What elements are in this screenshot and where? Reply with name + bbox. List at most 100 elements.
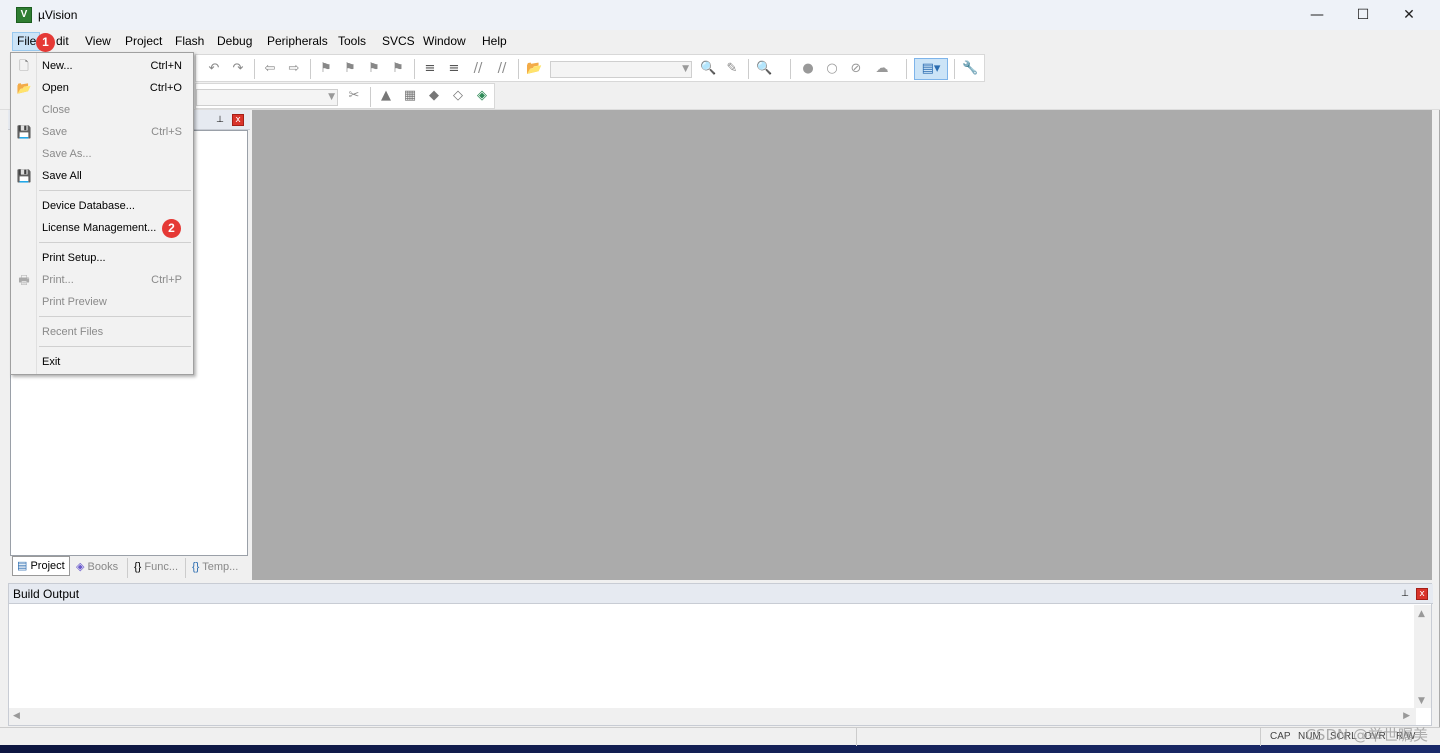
save-icon: 💾 bbox=[16, 125, 32, 139]
menu-item-open-label: Open bbox=[42, 82, 69, 94]
menu-separator bbox=[39, 346, 191, 347]
menu-project[interactable]: Project bbox=[125, 34, 162, 48]
watermark: CSDN @举世瞩美 bbox=[1305, 726, 1428, 744]
undo-icon[interactable]: ↶ bbox=[206, 61, 222, 77]
scroll-down-icon[interactable]: ▼ bbox=[1418, 696, 1425, 706]
new-document-icon: 🗋 bbox=[19, 59, 29, 73]
menu-flash[interactable]: Flash bbox=[175, 34, 204, 48]
menu-item-recent-files[interactable]: Recent Files bbox=[11, 321, 193, 343]
editor-area[interactable] bbox=[252, 110, 1432, 580]
tab-books[interactable]: ◈ Books bbox=[72, 558, 128, 578]
insert-bookmark-icon[interactable]: ⚑ bbox=[318, 61, 334, 77]
menu-item-print-shortcut: Ctrl+P bbox=[151, 274, 182, 286]
maximize-button[interactable]: ☐ bbox=[1340, 0, 1386, 30]
menu-tools[interactable]: Tools bbox=[338, 34, 366, 48]
uvision-app-icon: V bbox=[16, 7, 32, 23]
menu-view[interactable]: View bbox=[85, 34, 111, 48]
menu-item-print[interactable]: 🖶 Print... Ctrl+P bbox=[11, 269, 193, 291]
toolbar-area: ↶ ↷ ⇦ ⇨ ⚑ ⚑ ⚑ ⚑ ≡ ≡ // // 📂 ▼ 🔍 ✎ 🔍 ● ○ … bbox=[0, 53, 1440, 110]
menu-item-new-shortcut: Ctrl+N bbox=[150, 60, 182, 72]
find-combo[interactable]: ▼ bbox=[550, 61, 692, 78]
menu-item-exit[interactable]: Exit bbox=[11, 351, 193, 373]
menu-item-close[interactable]: Close bbox=[11, 99, 193, 121]
menu-help[interactable]: Help bbox=[482, 34, 507, 48]
file-extensions-icon[interactable]: ▲ bbox=[378, 88, 394, 104]
zoom-icon[interactable]: 🔍 bbox=[756, 61, 772, 77]
menu-item-new[interactable]: 🗋 New... Ctrl+N bbox=[11, 55, 193, 77]
build-output-header: Build Output ⊥ x bbox=[9, 584, 1433, 604]
unindent-icon[interactable]: ≡ bbox=[446, 61, 462, 77]
menu-item-print-preview[interactable]: Print Preview bbox=[11, 291, 193, 313]
vertical-scrollbar[interactable]: ▲ ▼ bbox=[1414, 605, 1431, 708]
select-software-packs-icon[interactable]: ◈ bbox=[474, 88, 490, 104]
chevron-down-icon: ▼ bbox=[682, 64, 689, 74]
run-time-environment-icon[interactable]: ◆ bbox=[426, 88, 442, 104]
pack-installer-icon[interactable]: ◇ bbox=[450, 88, 466, 104]
menu-debug[interactable]: Debug bbox=[217, 34, 252, 48]
build-output-title: Build Output bbox=[13, 587, 80, 601]
title-bar: V µVision — ☐ ✕ bbox=[0, 0, 1440, 30]
tab-functions[interactable]: {} Func... bbox=[130, 558, 186, 578]
configure-wrench-icon[interactable]: 🔧 bbox=[962, 61, 978, 77]
save-all-icon: 💾 bbox=[16, 169, 32, 183]
redo-icon[interactable]: ↷ bbox=[230, 61, 246, 77]
menu-peripherals[interactable]: Peripherals bbox=[267, 34, 328, 48]
toolbar-separator bbox=[906, 59, 907, 79]
disable-breakpoints-icon[interactable]: ⊘ bbox=[848, 61, 864, 77]
pin-icon[interactable]: ⊥ bbox=[214, 114, 226, 126]
chevron-down-icon: ▼ bbox=[328, 92, 335, 102]
find-in-files-icon[interactable]: 📂 bbox=[526, 61, 542, 77]
build-output-close-icon[interactable]: x bbox=[1416, 588, 1428, 600]
menu-item-print-setup[interactable]: Print Setup... bbox=[11, 247, 193, 269]
project-panel-close-icon[interactable]: x bbox=[232, 114, 244, 126]
menu-item-open[interactable]: 📂 Open Ctrl+O bbox=[11, 77, 193, 99]
menu-item-print-label: Print... bbox=[42, 274, 74, 286]
tab-project[interactable]: ▤ Project bbox=[12, 556, 70, 576]
menu-item-save-as[interactable]: Save As... bbox=[11, 143, 193, 165]
enable-breakpoint-icon[interactable]: ○ bbox=[824, 61, 840, 77]
file-toolbar: ↶ ↷ ⇦ ⇨ ⚑ ⚑ ⚑ ⚑ ≡ ≡ // // 📂 ▼ 🔍 ✎ 🔍 ● ○ … bbox=[195, 54, 985, 82]
uncomment-icon[interactable]: // bbox=[494, 61, 510, 77]
target-options-icon[interactable]: ✂ bbox=[346, 88, 362, 104]
target-combo[interactable]: ▼ bbox=[196, 89, 338, 106]
tab-functions-label: Func... bbox=[144, 561, 179, 573]
tab-templates[interactable]: {} Temp... bbox=[188, 558, 246, 578]
scroll-right-icon[interactable]: ▶ bbox=[1403, 711, 1410, 721]
menu-item-save[interactable]: 💾 Save Ctrl+S bbox=[11, 121, 193, 143]
menu-svcs[interactable]: SVCS bbox=[382, 34, 415, 48]
toolbar-separator bbox=[310, 59, 311, 79]
scroll-left-icon[interactable]: ◀ bbox=[13, 711, 20, 721]
menu-item-device-database-label: Device Database... bbox=[42, 200, 135, 212]
menu-item-save-all[interactable]: 💾 Save All bbox=[11, 165, 193, 187]
menu-item-device-database[interactable]: Device Database... bbox=[11, 195, 193, 217]
next-bookmark-icon[interactable]: ⚑ bbox=[366, 61, 382, 77]
window-title: µVision bbox=[38, 8, 78, 22]
indent-icon[interactable]: ≡ bbox=[422, 61, 438, 77]
find-icon[interactable]: 🔍 bbox=[700, 61, 716, 77]
kill-breakpoints-icon[interactable]: ☁ bbox=[874, 61, 890, 77]
status-bar: CAP NUM SCRL OVR R/W bbox=[0, 727, 1440, 746]
manage-components-icon[interactable]: ▦ bbox=[402, 88, 418, 104]
navigate-forward-icon[interactable]: ⇨ bbox=[286, 61, 302, 77]
horizontal-scrollbar[interactable]: ◀ ▶ bbox=[9, 708, 1416, 725]
menu-edit[interactable]: dit bbox=[56, 34, 69, 48]
menu-item-exit-label: Exit bbox=[42, 356, 61, 368]
project-icon: ▤ bbox=[17, 560, 28, 572]
minimize-button[interactable]: — bbox=[1294, 0, 1340, 30]
menu-item-print-preview-label: Print Preview bbox=[42, 296, 107, 308]
menu-window[interactable]: Window bbox=[423, 34, 466, 48]
toolbar-separator bbox=[518, 59, 519, 79]
clear-bookmarks-icon[interactable]: ⚑ bbox=[390, 61, 406, 77]
previous-bookmark-icon[interactable]: ⚑ bbox=[342, 61, 358, 77]
print-icon: 🖶 bbox=[18, 273, 30, 287]
incremental-find-icon[interactable]: ✎ bbox=[724, 61, 740, 77]
comment-icon[interactable]: // bbox=[470, 61, 486, 77]
breakpoint-icon[interactable]: ● bbox=[800, 61, 816, 77]
window-layout-icon[interactable]: ▤▾ bbox=[914, 58, 948, 80]
step-badge-2: 2 bbox=[162, 219, 181, 238]
close-button[interactable]: ✕ bbox=[1386, 0, 1432, 30]
navigate-back-icon[interactable]: ⇦ bbox=[262, 61, 278, 77]
pin-icon[interactable]: ⊥ bbox=[1399, 588, 1411, 600]
menu-separator bbox=[39, 316, 191, 317]
scroll-up-icon[interactable]: ▲ bbox=[1418, 609, 1425, 619]
